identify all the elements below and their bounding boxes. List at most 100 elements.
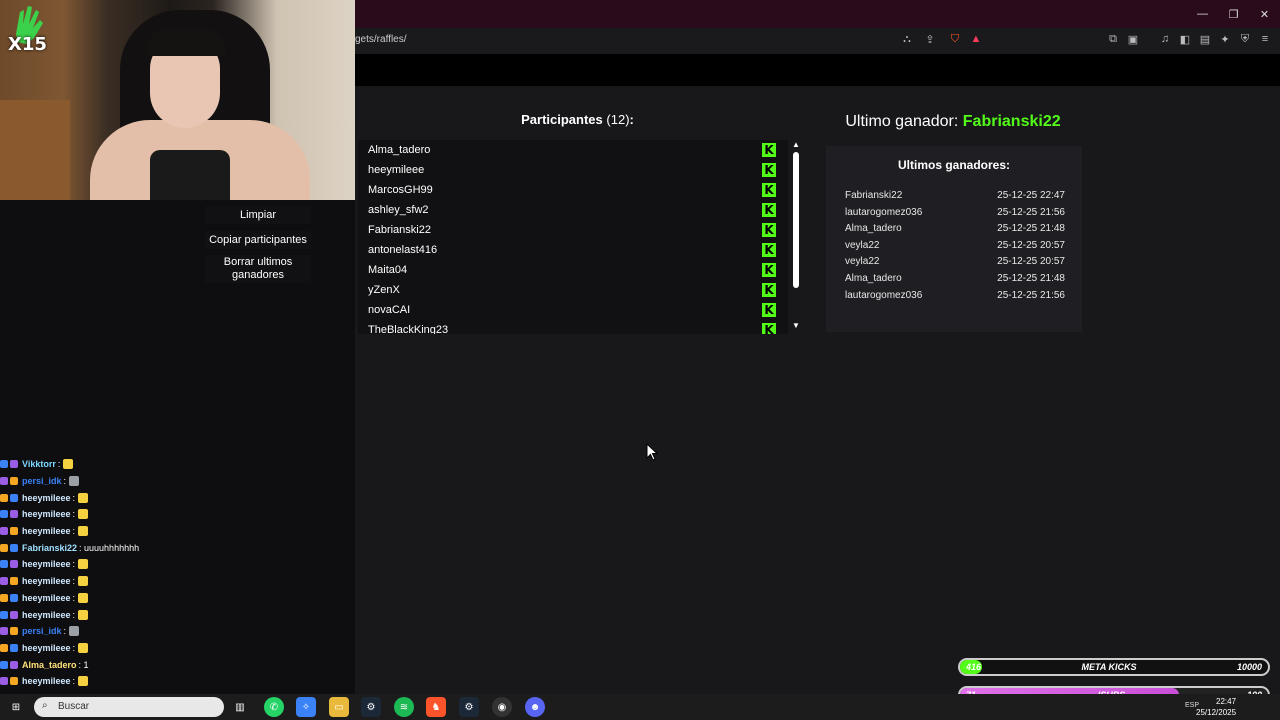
participant-row[interactable]: yZenX K <box>358 280 788 300</box>
chat-text: : <box>72 592 76 603</box>
chat-message: heeymileee: <box>0 590 230 607</box>
chat-emote-icon <box>69 476 80 487</box>
chat-message: heeymileee: <box>0 573 230 590</box>
participant-row[interactable]: MarcosGH99 K <box>358 180 788 200</box>
chat-emote-icon <box>78 526 89 537</box>
chat-emote-icon <box>78 492 89 503</box>
translate-icon[interactable]: ⛬ <box>900 32 914 46</box>
chat-text: : uuuuhhhhhhh <box>79 542 140 553</box>
screenshot-icon[interactable]: ▣ <box>1126 32 1140 46</box>
copy-participants-button[interactable]: Copiar participantes <box>205 231 311 249</box>
brave-shield-icon[interactable]: ⛉ <box>948 32 962 46</box>
maximize-icon[interactable]: ❐ <box>1218 0 1249 28</box>
mouse-cursor-icon <box>646 443 658 461</box>
chat-username: heeymileee <box>22 576 71 587</box>
sidebar-icon[interactable]: ◧ <box>1178 32 1192 46</box>
minimize-icon[interactable]: — <box>1187 0 1218 28</box>
chat-badge-icon <box>0 627 8 636</box>
chat-username: Alma_tadero <box>22 659 77 670</box>
discord-icon[interactable]: ☻ <box>525 697 545 717</box>
wallet-icon[interactable]: ▤ <box>1198 32 1212 46</box>
share-icon[interactable]: ⇪ <box>923 32 937 46</box>
chat-emote-icon <box>69 626 80 637</box>
chat-badge-icon <box>10 560 18 569</box>
taskbar-search-placeholder: Buscar <box>58 701 90 712</box>
chat-overlay: Vikktorr: persi_idk: heeymileee: heeymileee… <box>0 456 230 696</box>
participant-row[interactable]: Fabrianski22 K <box>358 220 788 240</box>
last-winner-name: Fabrianski22 <box>962 113 1061 130</box>
participant-name: heeymileee <box>368 164 425 176</box>
participant-row[interactable]: novaCAI K <box>358 300 788 320</box>
scrollbar-thumb[interactable] <box>793 152 799 288</box>
chat-badge-icon <box>0 577 8 586</box>
steam-alt-icon[interactable]: ⚙ <box>459 697 479 717</box>
page-header-bar <box>355 54 1280 86</box>
webcam-bangs <box>146 28 226 56</box>
winner-name: lautarogomez036 <box>845 206 923 218</box>
clear-button[interactable]: Limpiar <box>205 206 311 224</box>
winner-date: 25-12-25 20:57 <box>997 239 1065 251</box>
chat-username: Vikktorr <box>22 459 56 470</box>
whatsapp-icon[interactable]: ✆ <box>264 697 284 717</box>
chat-badge-icon <box>10 643 18 652</box>
browser-titlebar <box>355 0 1280 28</box>
chat-badge-icon <box>0 677 8 686</box>
chat-message: persi_idk: <box>0 473 230 490</box>
address-bar[interactable] <box>355 28 1280 54</box>
participant-row[interactable]: TheBlackKing23 K <box>358 320 788 334</box>
url-text[interactable]: gets/raffles/ <box>355 34 407 45</box>
participants-list[interactable]: Alma_tadero K heeymileee K MarcosGH99 K ash… <box>358 140 788 334</box>
media-icon[interactable]: ♫ <box>1158 32 1172 46</box>
steam-icon[interactable]: ⚙ <box>361 697 381 717</box>
winner-row: Alma_tadero 25-12-25 21:48 <box>845 220 1065 236</box>
chat-emote-icon <box>78 676 89 687</box>
participant-row[interactable]: antonelast416 K <box>358 240 788 260</box>
brave-rewards-icon[interactable]: ▲ <box>969 32 983 46</box>
participant-row[interactable]: ashley_sfw2 K <box>358 200 788 220</box>
participant-name: Alma_tadero <box>368 144 431 156</box>
chat-username: heeymileee <box>22 492 71 503</box>
last-winner-label: Ultimo ganador: <box>845 113 959 130</box>
kick-icon: K <box>762 283 776 297</box>
chat-text: : 1 <box>78 659 89 670</box>
kick-icon: K <box>762 323 776 334</box>
spotify-icon[interactable]: ≋ <box>394 697 414 717</box>
participant-row[interactable]: heeymileee K <box>358 160 788 180</box>
leo-ai-icon[interactable]: ✦ <box>1218 32 1232 46</box>
winner-name: Alma_tadero <box>845 222 902 234</box>
participant-name: Maita04 <box>368 264 408 276</box>
copilot-icon[interactable]: ✧ <box>296 697 316 717</box>
obs-icon[interactable]: ◉ <box>492 697 512 717</box>
menu-icon[interactable]: ≡ <box>1258 32 1272 46</box>
chat-badge-icon <box>10 627 18 636</box>
chat-badge-icon <box>10 660 18 669</box>
close-icon[interactable]: ✕ <box>1249 0 1280 28</box>
webcam-overlay: X15 <box>0 0 355 200</box>
kicks-goal-target: 10000 <box>1236 662 1262 672</box>
chat-emote-icon <box>78 592 89 603</box>
extensions-icon[interactable]: ⧉ <box>1106 32 1120 46</box>
winner-date: 25-12-25 21:56 <box>997 206 1065 218</box>
windows-start-icon[interactable]: ⊞ <box>6 697 26 717</box>
chat-username: heeymileee <box>22 559 71 570</box>
kick-icon: K <box>762 203 776 217</box>
chat-badge-icon <box>0 510 8 519</box>
brave-browser-icon[interactable]: ♞ <box>426 697 446 717</box>
vpn-icon[interactable]: ⛨ <box>1238 32 1252 46</box>
chat-username: heeymileee <box>22 642 71 653</box>
clear-winners-button[interactable]: Borrar ultimos ganadores <box>205 255 311 283</box>
task-view-icon[interactable]: ▥ <box>230 697 250 717</box>
file-explorer-icon[interactable]: ▭ <box>329 697 349 717</box>
participant-row[interactable]: Maita04 K <box>358 260 788 280</box>
scroll-up-icon[interactable]: ▲ <box>792 140 800 149</box>
chat-username: heeymileee <box>22 592 71 603</box>
scroll-down-icon[interactable]: ▼ <box>792 321 800 330</box>
chat-badge-icon <box>10 493 18 502</box>
participant-row[interactable]: Alma_tadero K <box>358 140 788 160</box>
taskbar-clock[interactable]: 22:47 25/12/2025 <box>1196 696 1236 718</box>
chat-username: heeymileee <box>22 676 71 687</box>
chat-text: : <box>63 626 67 637</box>
winner-name: Alma_tadero <box>845 272 902 284</box>
winner-row: lautarogomez036 25-12-25 21:56 <box>845 287 1065 303</box>
chat-emote-icon <box>63 459 74 470</box>
